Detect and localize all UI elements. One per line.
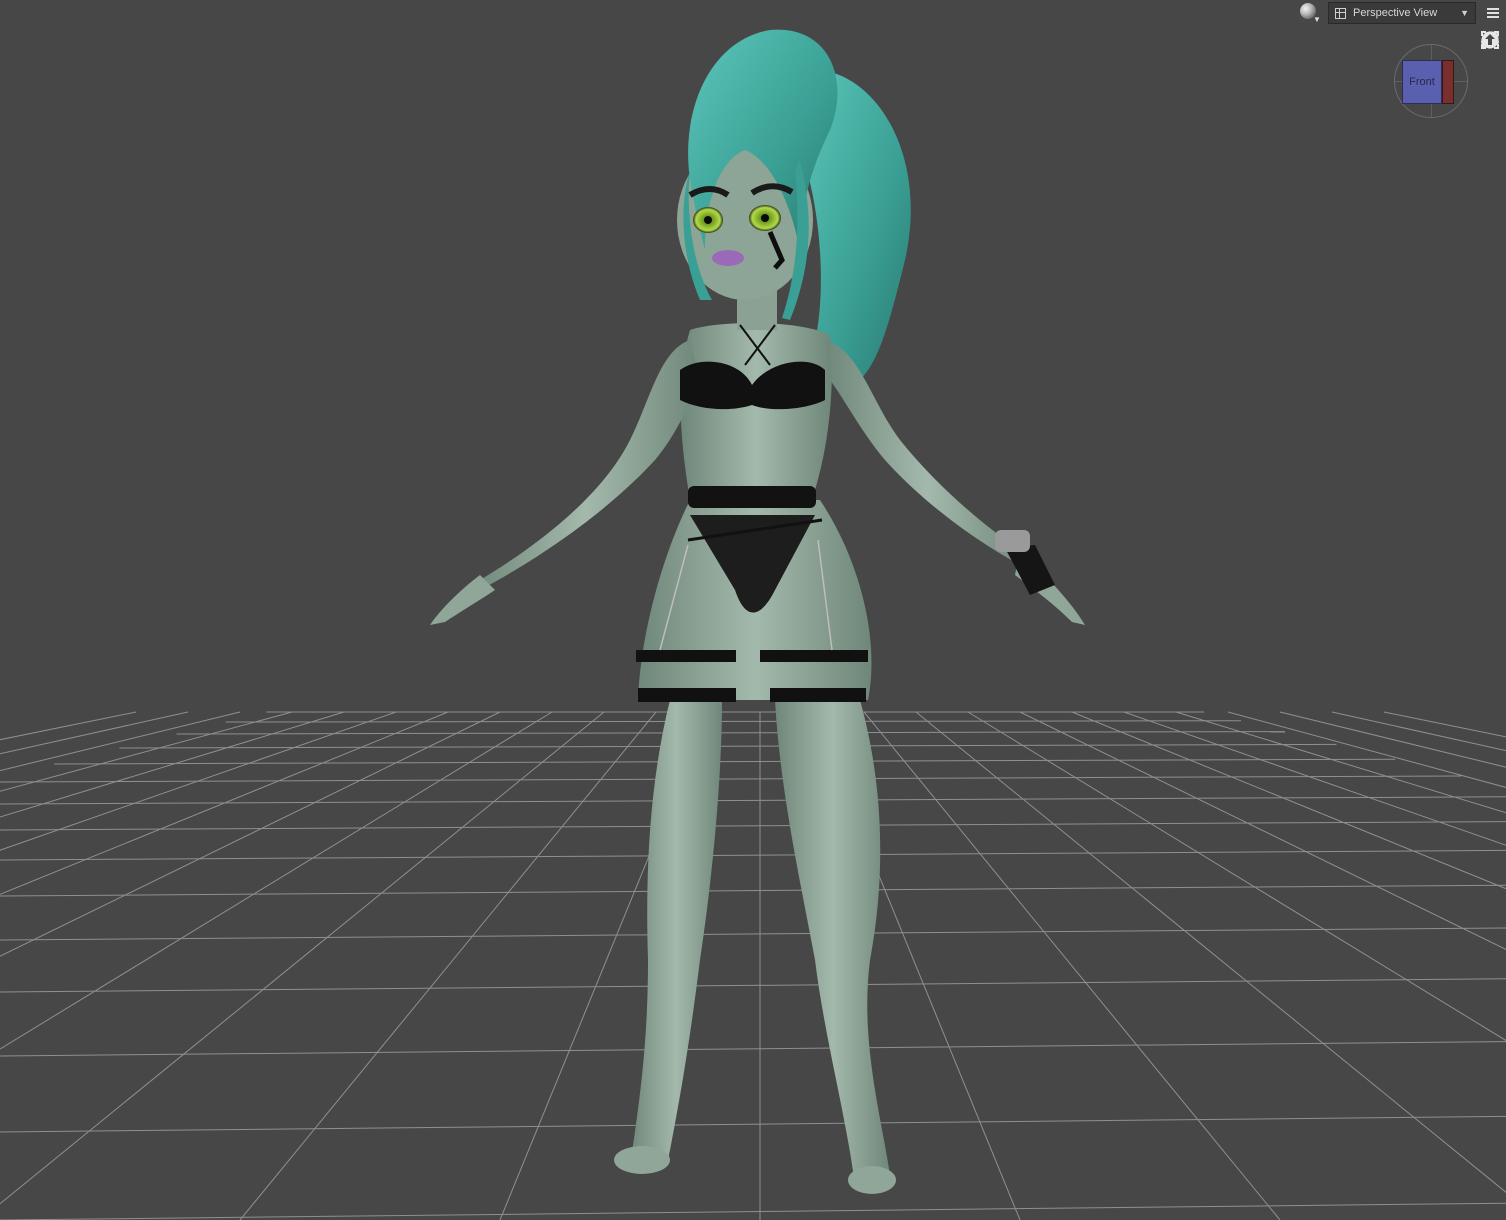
- grid-line: [0, 1115, 1506, 1133]
- grid-line: [0, 821, 1506, 831]
- grid-line: [0, 1041, 1506, 1057]
- 3d-viewport[interactable]: ▼ Perspective View ▼ Front: [0, 0, 1506, 1220]
- grid-line: [1071, 711, 1506, 890]
- grid-line: [239, 711, 657, 1220]
- foot-left: [614, 1146, 670, 1174]
- view-cube-side-face[interactable]: [1442, 60, 1454, 104]
- foot-right: [848, 1166, 896, 1194]
- pan-button[interactable]: [1480, 31, 1504, 82]
- character-figure[interactable]: [430, 29, 1085, 1194]
- arm-left: [470, 340, 700, 595]
- grid-line: [0, 711, 241, 772]
- navigation-tools: [1480, 30, 1504, 166]
- leg-left: [630, 700, 722, 1165]
- grid-line: [0, 711, 449, 895]
- frame-button[interactable]: [1480, 31, 1504, 138]
- view-select-dropdown[interactable]: Perspective View ▼: [1328, 2, 1476, 24]
- viewport-menu-button[interactable]: [1480, 1, 1506, 25]
- hand-left: [430, 575, 495, 625]
- grid-line: [1331, 711, 1506, 752]
- viewport-toolbar: ▼ Perspective View ▼: [1296, 0, 1506, 26]
- grid-line: [0, 884, 1506, 897]
- ground-grid: [0, 711, 1506, 1220]
- grid-line: [1123, 711, 1506, 846]
- grid-line: [0, 711, 137, 741]
- thigh-strap-right-lower: [770, 688, 866, 702]
- grid-line: [0, 978, 1506, 993]
- home-icon: [1481, 31, 1499, 49]
- grid-line: [225, 720, 1242, 723]
- thigh-strap-left-upper: [636, 650, 736, 662]
- thigh-strap-left-lower: [638, 688, 736, 702]
- grid-line: [0, 1202, 1506, 1220]
- caret-down-icon: ▼: [1313, 15, 1321, 24]
- grid-line: [0, 711, 501, 957]
- grid-line: [1227, 711, 1506, 788]
- render-mode-button[interactable]: ▼: [1296, 1, 1324, 25]
- grid-line: [1383, 711, 1506, 738]
- grid-line: [0, 927, 1506, 941]
- chevron-down-icon: ▼: [1460, 8, 1469, 18]
- scene-canvas: [0, 29, 1506, 1220]
- grid-line: [863, 711, 1281, 1220]
- view-cube-face-label: Front: [1409, 76, 1435, 88]
- home-button[interactable]: [1480, 31, 1504, 166]
- glove: [1005, 545, 1055, 595]
- view-cube[interactable]: Front: [1394, 44, 1468, 118]
- grid-line: [0, 711, 397, 851]
- grid-line: [0, 849, 1506, 861]
- lips: [712, 250, 744, 266]
- thigh-strap-right-upper: [760, 650, 868, 662]
- grid-line: [1279, 711, 1506, 768]
- zoom-button[interactable]: [1480, 31, 1504, 110]
- grid-line: [0, 711, 553, 1050]
- grid-line: [176, 731, 1286, 735]
- garter-belt: [688, 486, 816, 508]
- view-cube-front-face[interactable]: Front: [1402, 60, 1442, 104]
- bracelet: [995, 530, 1030, 552]
- grid-line: [915, 711, 1506, 1193]
- grid-line: [0, 711, 293, 792]
- leg-right: [775, 700, 890, 1185]
- view-select-label: Perspective View: [1353, 7, 1438, 19]
- hamburger-menu-icon: [1487, 8, 1499, 18]
- view-grid-icon: [1335, 7, 1346, 19]
